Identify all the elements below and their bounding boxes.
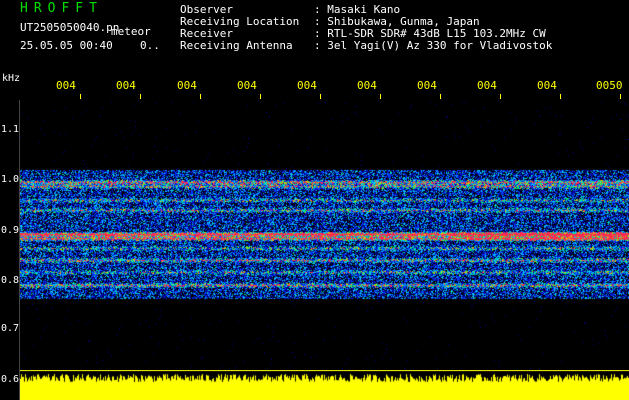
time-tick-mark bbox=[80, 94, 81, 99]
signal-histogram bbox=[20, 370, 629, 400]
time-tick-label: 004 bbox=[297, 79, 317, 92]
info-row-antenna: Receiving Antenna : 3el Yagi(V) Az 330 f… bbox=[180, 40, 552, 52]
info-label: Receiving Antenna bbox=[180, 39, 293, 52]
y-tick-label: 0.6 bbox=[1, 374, 20, 385]
y-tick-label: 1.0 bbox=[1, 174, 20, 185]
time-tick-mark bbox=[200, 94, 201, 99]
time-tick-label: 004 bbox=[116, 79, 136, 92]
time-tick-label: 004 bbox=[56, 79, 76, 92]
time-tick-mark bbox=[260, 94, 261, 99]
time-tick-label: 004 bbox=[537, 79, 557, 92]
time-tick-label: 004 bbox=[357, 79, 377, 92]
time-tick-mark bbox=[560, 94, 561, 99]
counter-label: 0.. bbox=[140, 39, 160, 52]
time-tick-label: 0050 bbox=[596, 79, 623, 92]
time-tick-mark bbox=[620, 94, 621, 99]
time-tick-label: 004 bbox=[477, 79, 497, 92]
info-value: : 3el Yagi(V) Az 330 for Vladivostok bbox=[314, 39, 553, 52]
y-tick-label: 0.9 bbox=[1, 225, 20, 236]
y-tick-label: 0.7 bbox=[1, 323, 20, 334]
time-tick-mark bbox=[380, 94, 381, 99]
time-tick-mark bbox=[440, 94, 441, 99]
time-tick-label: 004 bbox=[177, 79, 197, 92]
station-info: Observer : Masaki Kano Receiving Locatio… bbox=[180, 4, 552, 52]
waterfall-spectrogram bbox=[20, 100, 629, 370]
time-tick-mark bbox=[320, 94, 321, 99]
frequency-unit-label: kHz bbox=[2, 73, 21, 84]
timestamp-label: 25.05.05 00:40 bbox=[20, 39, 113, 52]
time-tick-mark bbox=[500, 94, 501, 99]
time-tick-label: 004 bbox=[237, 79, 257, 92]
app-title: HROFFT bbox=[20, 1, 103, 16]
filename-label: UT2505050040.pn bbox=[20, 21, 120, 34]
y-tick-label: 0.8 bbox=[1, 275, 20, 286]
time-tick-mark bbox=[140, 94, 141, 99]
time-tick-label: 004 bbox=[417, 79, 437, 92]
meteor-label: meteor bbox=[111, 25, 151, 38]
y-tick-label: 1.1 bbox=[1, 124, 20, 135]
